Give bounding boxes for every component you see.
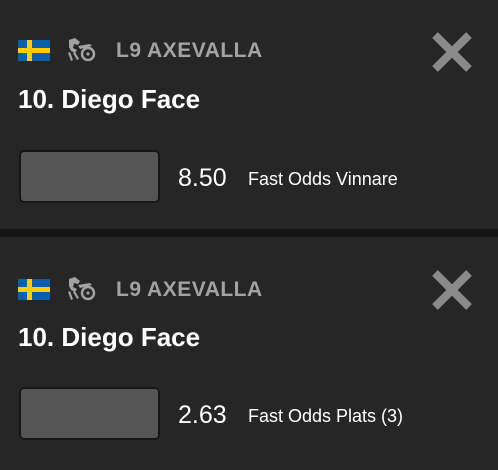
bet-slip-card: L9 AXEVALLA 10. Diego Face 8.50 Fast Odd… [0, 0, 498, 229]
stake-input[interactable] [19, 150, 160, 203]
sweden-flag-icon [18, 40, 50, 61]
bet-slip-card: L9 AXEVALLA 10. Diego Face 2.63 Fast Odd… [0, 237, 498, 470]
bet-type-label: Fast Odds Plats (3) [248, 406, 404, 426]
odds-value: 2.63 [178, 401, 227, 429]
harness-trotting-icon [68, 277, 96, 301]
close-button[interactable] [430, 268, 474, 312]
stake-input[interactable] [19, 387, 160, 440]
odds-value: 8.50 [178, 164, 227, 192]
sweden-flag-icon [18, 279, 50, 300]
horse-name: 10. Diego Face [18, 84, 201, 114]
bet-type-label: Fast Odds Vinnare [248, 169, 398, 189]
close-icon [432, 270, 472, 310]
close-button[interactable] [430, 30, 474, 74]
close-icon [432, 32, 472, 72]
race-label: L9 AXEVALLA [116, 39, 263, 62]
horse-name: 10. Diego Face [18, 322, 201, 352]
harness-trotting-icon [68, 38, 96, 62]
race-label: L9 AXEVALLA [116, 278, 263, 301]
